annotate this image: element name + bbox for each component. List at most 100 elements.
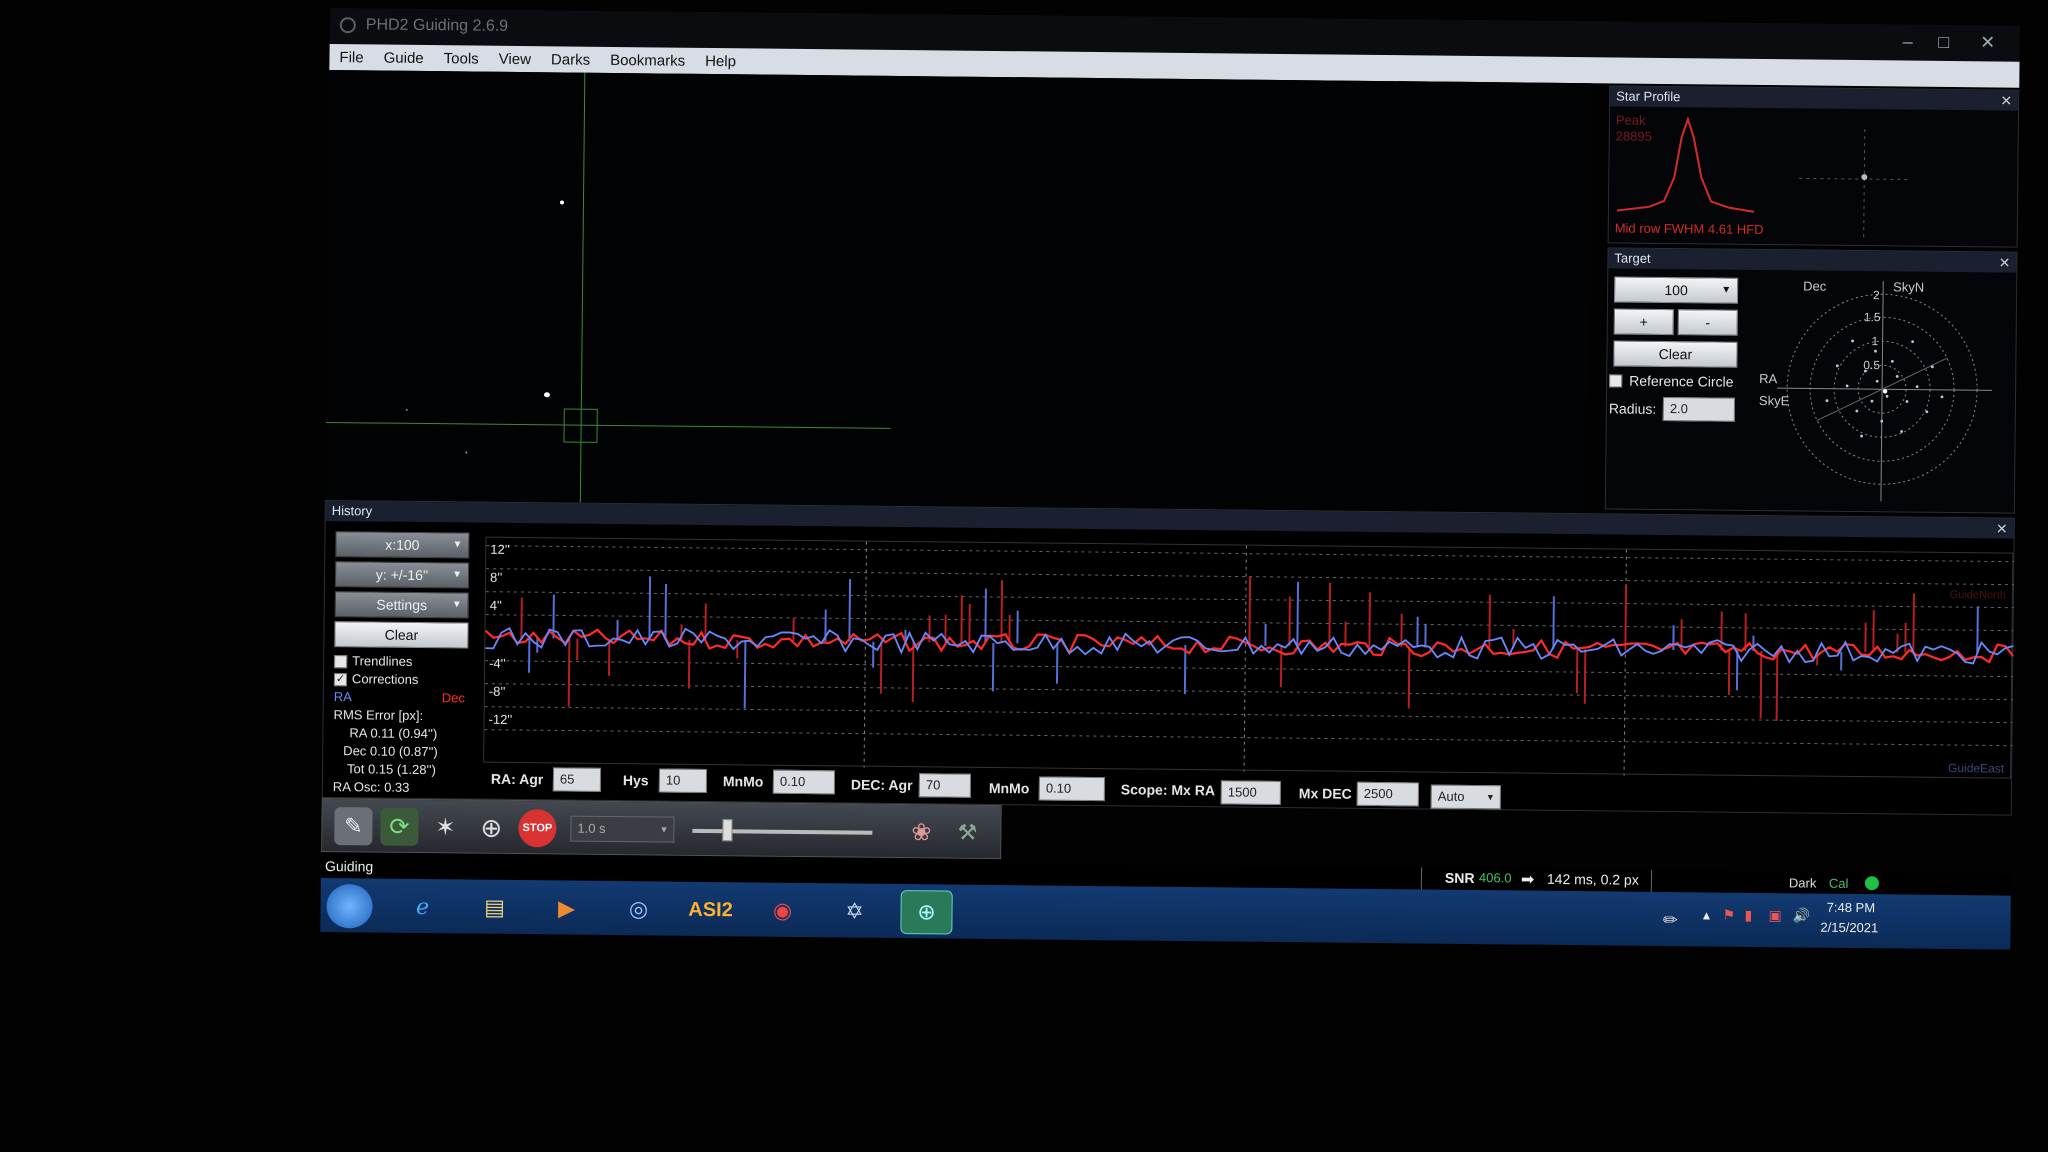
x-scale-value: x:100 (385, 536, 420, 553)
y-tick-4: 4'' (489, 597, 503, 613)
stop-button[interactable]: STOP (518, 809, 557, 848)
target-zoom-out-button[interactable]: - (1677, 309, 1738, 336)
menu-guide[interactable]: Guide (384, 49, 424, 66)
target-title: Target (1608, 248, 2017, 273)
crosshair-horizontal (325, 421, 891, 429)
reference-circle-checkbox[interactable] (1609, 374, 1623, 388)
radius-input[interactable]: 2.0 (1662, 396, 1735, 422)
grid-line (484, 706, 2013, 724)
dec-correction-bar (1000, 580, 1004, 644)
settings-dropdown[interactable]: Settings ▼ (334, 591, 469, 619)
x-scale-dropdown[interactable]: x:100 ▼ (335, 531, 470, 559)
dec-agr-spinner[interactable]: 70 (918, 773, 972, 798)
menu-help[interactable]: Help (705, 52, 736, 69)
gamma-slider-track[interactable] (692, 828, 873, 835)
maximize-button[interactable]: □ (1926, 31, 1962, 53)
target-zoom-in-button[interactable]: + (1613, 308, 1674, 336)
y-scale-dropdown[interactable]: y: +/-16'' ▼ (334, 561, 470, 589)
corrections-label: Corrections (351, 671, 419, 687)
brain-icon[interactable]: ❀ (902, 813, 940, 851)
tray-time[interactable]: 7:48 PM (1827, 900, 1876, 916)
dec-agr-value: 70 (925, 777, 941, 793)
menu-tools[interactable]: Tools (444, 50, 479, 67)
hys-spinner[interactable]: 10 (658, 768, 708, 793)
menu-view[interactable]: View (499, 50, 531, 67)
mx-ra-spinner[interactable]: 1500 (1220, 780, 1281, 805)
wrench-icon[interactable]: ⚒ (948, 814, 986, 852)
dec-correction-bar (1624, 584, 1628, 650)
ascom-icon[interactable]: ✡ (828, 889, 880, 934)
usb-connect-icon[interactable]: ✎ (334, 807, 373, 846)
file-explorer-icon[interactable]: ▤ (468, 886, 520, 931)
loop-icon[interactable]: ⟳ (380, 807, 419, 846)
rms-dec: Dec 0.10 (0.87'') (343, 743, 438, 760)
chrome-icon[interactable]: ◉ (756, 889, 808, 934)
chevron-down-icon: ▼ (451, 599, 462, 611)
star-profile-close-icon[interactable]: ✕ (2000, 92, 2012, 109)
ra-osc: RA Osc: 0.33 (332, 779, 410, 795)
dec-mode-dropdown[interactable]: Auto ▼ (1430, 784, 1501, 810)
menu-darks[interactable]: Darks (551, 51, 590, 68)
ra-correction-bar (991, 642, 995, 692)
internet-explorer-icon[interactable]: ℯ (396, 885, 448, 930)
history-clear-button[interactable]: Clear (334, 621, 469, 649)
dec-mnmo-spinner[interactable]: 0.10 (1038, 776, 1105, 802)
menu-file[interactable]: File (339, 49, 363, 66)
y-tick-minus-4: -4'' (489, 655, 506, 671)
dec-correction-bar (1368, 592, 1371, 647)
corrections-checkbox[interactable]: ✓ (333, 673, 348, 687)
status-mode: Guiding (324, 857, 374, 875)
ring-label-2: 2 (1873, 288, 1880, 302)
guide-crosshair-icon[interactable]: ⊕ (472, 809, 510, 847)
y-tick-8: 8'' (489, 569, 503, 585)
start-button-icon[interactable] (326, 884, 373, 929)
target-zoom-dropdown[interactable]: 100 ▼ (1613, 276, 1739, 304)
label-skyn: SkyN (1893, 279, 1924, 294)
minimize-button[interactable]: – (1890, 30, 1926, 52)
guide-history-graph[interactable]: 12'' 8'' 4'' -4'' -8'' -12'' GuideNorth … (483, 536, 2015, 779)
rms-tot: Tot 0.15 (1.28'') (346, 761, 436, 778)
action-center-flag-icon[interactable]: ⚑ (1722, 907, 1735, 924)
dec-correction-bar (1328, 582, 1332, 647)
ra-mnmo-spinner[interactable]: 0.10 (772, 769, 836, 795)
profile-crosshair-h (1799, 177, 1910, 181)
guide-star-selection-box[interactable] (563, 408, 598, 443)
dec-correction-bar (1759, 651, 1763, 719)
dec-correction-bar (1407, 647, 1411, 709)
target-close-icon[interactable]: ✕ (1999, 254, 2011, 271)
graph-grid (484, 541, 2015, 776)
dec-correction-bar (687, 639, 691, 689)
snr-label: SNR (1444, 869, 1475, 887)
mx-dec-spinner[interactable]: 2500 (1356, 781, 1419, 807)
asi-app-icon[interactable]: ASI2 (684, 888, 736, 933)
target-clear-button[interactable]: Clear (1613, 340, 1738, 368)
ring-label-1-5: 1.5 (1864, 310, 1881, 324)
y-tick-minus-8: -8'' (488, 683, 506, 699)
radius-value: 2.0 (1669, 401, 1689, 417)
chevron-down-icon: ▼ (659, 824, 669, 835)
mx-dec-label: Mx DEC (1298, 785, 1352, 802)
ra-agr-spinner[interactable]: 65 (552, 767, 602, 792)
history-close-icon[interactable]: ✕ (1996, 520, 2008, 537)
grid-line (1243, 545, 1247, 772)
label-skye: SkyE (1759, 393, 1790, 408)
auto-select-star-icon[interactable]: ✶ (426, 808, 464, 846)
exposure-dropdown[interactable]: 1.0 s ▼ (570, 815, 675, 843)
menu-bookmarks[interactable]: Bookmarks (610, 51, 685, 69)
close-button[interactable]: ✕ (1970, 31, 2006, 53)
camera-view[interactable] (324, 69, 1592, 514)
tray-expand-icon[interactable]: ▲ (1700, 908, 1712, 922)
pen-tray-icon[interactable]: ✏ (1650, 898, 1690, 942)
network-icon[interactable]: ▣ (1768, 907, 1781, 924)
mx-dec-value: 2500 (1363, 785, 1393, 802)
phd2-taskbar-icon[interactable]: ⊕ (900, 890, 953, 935)
trendlines-checkbox[interactable] (334, 655, 348, 669)
gamma-slider-thumb[interactable] (722, 819, 733, 842)
volume-icon[interactable]: 🔊 (1792, 907, 1810, 924)
power-icon[interactable]: ▮ (1744, 907, 1752, 924)
radius-label: Radius: (1608, 400, 1657, 417)
tray-date[interactable]: 2/15/2021 (1820, 920, 1878, 936)
sharpcap-icon[interactable]: ◎ (612, 887, 664, 932)
main-toolbar: ✎ ⟳ ✶ ⊕ STOP 1.0 s ▼ ❀ ⚒ (321, 797, 1002, 860)
media-player-icon[interactable]: ▶ (540, 886, 592, 931)
